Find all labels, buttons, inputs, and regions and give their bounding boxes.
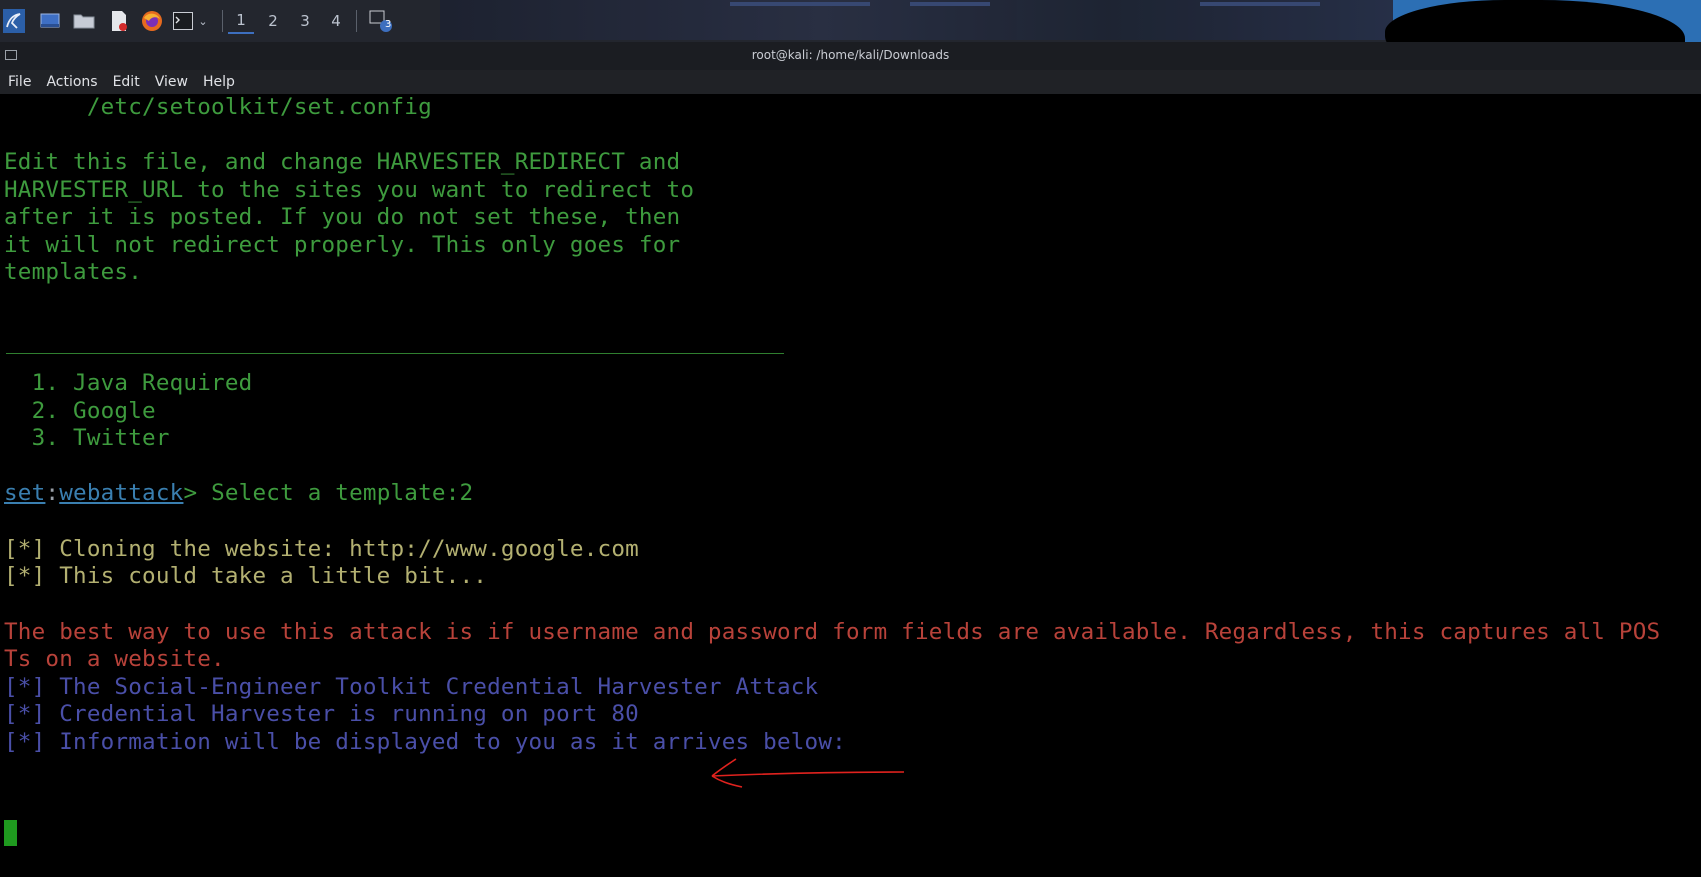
template-option: 1. Java Required: [4, 370, 253, 396]
prompt-input: > Select a template:2: [183, 480, 474, 506]
notification-icon[interactable]: 3: [366, 8, 396, 34]
status-line: [*] Information will be displayed to you…: [4, 729, 846, 755]
warning-line: The best way to use this attack is if us…: [4, 619, 1661, 645]
cloning-line: [*] Cloning the website: http://www.goog…: [4, 536, 639, 562]
workspace-2[interactable]: 2: [260, 8, 286, 34]
firefox-icon[interactable]: [140, 8, 164, 34]
dropdown-chevron-icon[interactable]: ⌄: [196, 8, 210, 34]
template-option: 3. Twitter: [4, 425, 170, 451]
template-option: 2. Google: [4, 398, 156, 424]
info-line: templates.: [4, 259, 143, 285]
workspace-4[interactable]: 4: [323, 8, 349, 34]
cloning-line: [*] This could take a little bit...: [4, 563, 488, 589]
file-manager-icon[interactable]: [72, 8, 96, 34]
window-previews: [440, 0, 1395, 40]
info-line: after it is posted. If you do not set th…: [4, 204, 681, 230]
menu-help[interactable]: Help: [195, 74, 242, 90]
config-path: /etc/setoolkit/set.config: [4, 94, 432, 120]
info-line: it will not redirect properly. This only…: [4, 232, 681, 258]
window-title: root@kali: /home/kali/Downloads: [751, 48, 950, 62]
window-titlebar[interactable]: root@kali: /home/kali/Downloads: [0, 42, 1701, 70]
warning-line: Ts on a website.: [4, 646, 225, 672]
menu-view[interactable]: View: [147, 74, 195, 90]
terminal-icon[interactable]: [172, 8, 194, 34]
menu-edit[interactable]: Edit: [105, 74, 147, 90]
prompt-set: set: [4, 480, 46, 506]
prompt-colon: :: [45, 480, 60, 506]
menu-actions[interactable]: Actions: [38, 74, 104, 90]
terminal-cursor: [4, 820, 17, 846]
menu-bar: File Actions Edit View Help: [0, 70, 1701, 94]
desktop-icon[interactable]: [38, 8, 62, 34]
text-editor-icon[interactable]: [107, 8, 131, 34]
prompt-module: webattack: [59, 480, 184, 506]
panel-separator: [356, 10, 357, 32]
menu-file[interactable]: File: [0, 74, 38, 90]
info-line: HARVESTER_URL to the sites you want to r…: [4, 177, 695, 203]
set-prompt: set:webattack> Select a template:2: [4, 478, 473, 508]
status-line: [*] The Social-Engineer Toolkit Credenti…: [4, 674, 819, 700]
status-line-port: [*] Credential Harvester is running on p…: [4, 701, 639, 727]
annotation-arrow-icon: [711, 758, 905, 788]
divider-line: [6, 353, 784, 354]
info-line: Edit this file, and change HARVESTER_RED…: [4, 149, 681, 175]
kali-menu-icon[interactable]: [2, 8, 26, 34]
workspace-1[interactable]: 1: [228, 8, 254, 34]
panel-separator: [222, 10, 223, 32]
notification-badge: 3: [385, 19, 392, 30]
workspace-3[interactable]: 3: [292, 8, 318, 34]
